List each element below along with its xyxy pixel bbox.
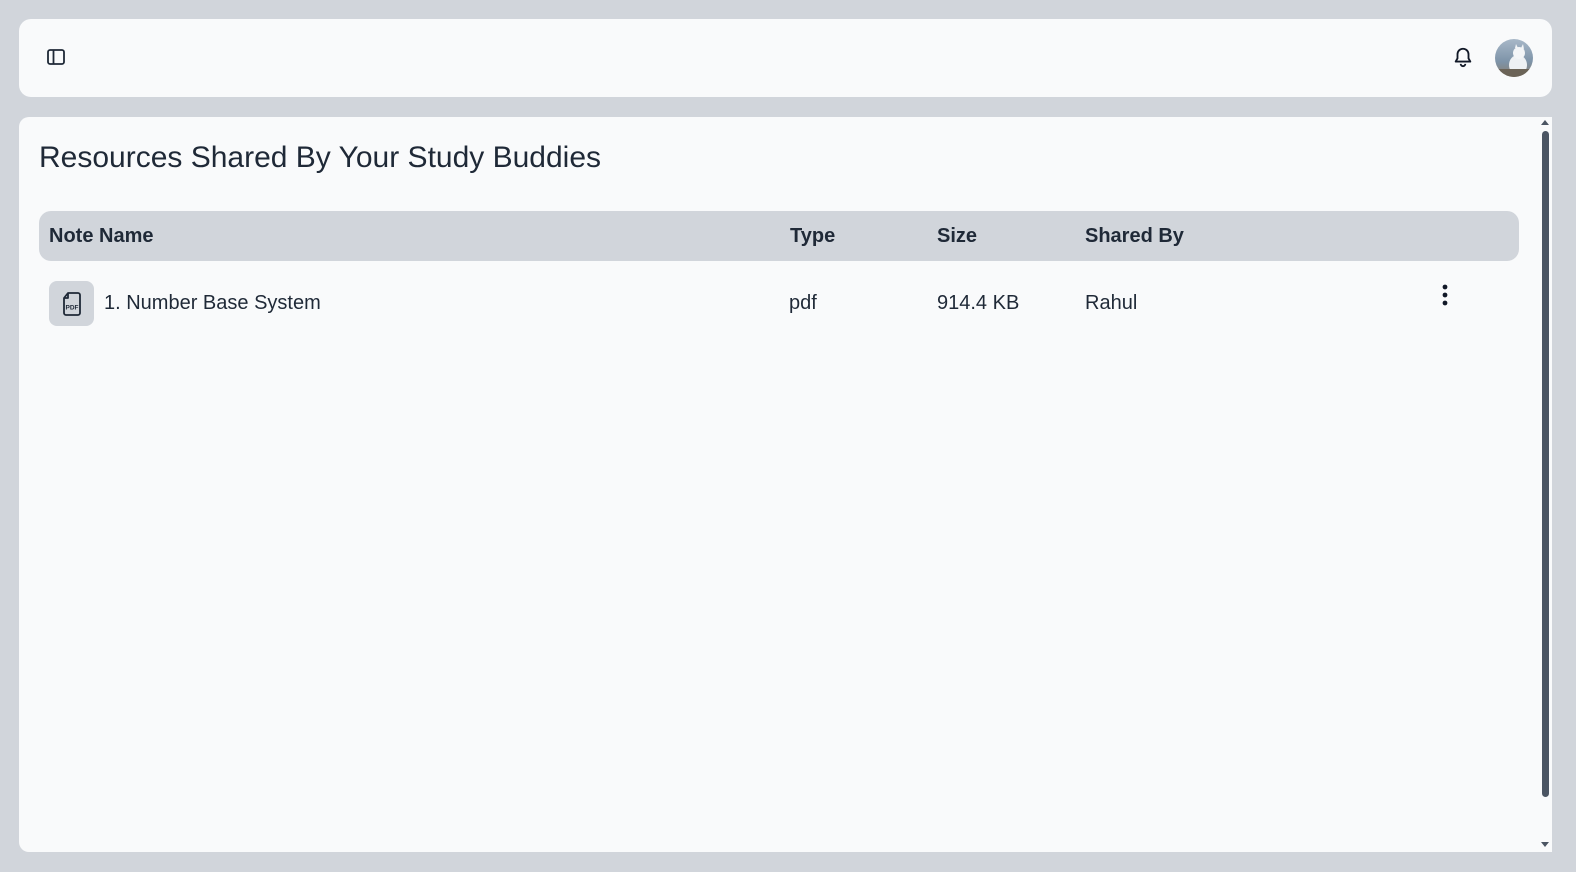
top-bar xyxy=(19,19,1552,97)
table-header: Note Name Type Size Shared By xyxy=(39,211,1519,261)
table-row[interactable]: PDF 1. Number Base System pdf 914.4 KB R… xyxy=(39,277,1519,329)
note-size: 914.4 KB xyxy=(937,292,1020,314)
more-vertical-icon[interactable] xyxy=(1435,281,1455,309)
bell-icon[interactable] xyxy=(1451,45,1475,69)
page-title: Resources Shared By Your Study Buddies xyxy=(39,141,602,174)
sidebar-toggle-icon[interactable] xyxy=(45,46,67,68)
scroll-thumb[interactable] xyxy=(1542,131,1549,797)
vertical-scrollbar[interactable] xyxy=(1539,117,1552,852)
note-type: pdf xyxy=(789,292,817,314)
shared-by: Rahul xyxy=(1085,292,1138,314)
column-header-note-name[interactable]: Note Name xyxy=(49,225,153,248)
column-header-size[interactable]: Size xyxy=(937,225,977,248)
column-header-type[interactable]: Type xyxy=(790,225,835,248)
pdf-file-icon: PDF xyxy=(49,281,94,326)
scroll-up-arrow-icon[interactable] xyxy=(1541,120,1549,125)
column-header-shared-by[interactable]: Shared By xyxy=(1085,225,1184,248)
scroll-down-arrow-icon[interactable] xyxy=(1541,842,1549,847)
note-name[interactable]: 1. Number Base System xyxy=(104,292,321,315)
main-panel: Resources Shared By Your Study Buddies N… xyxy=(19,117,1539,852)
pdf-icon-label: PDF xyxy=(65,304,78,311)
avatar[interactable] xyxy=(1495,39,1533,77)
